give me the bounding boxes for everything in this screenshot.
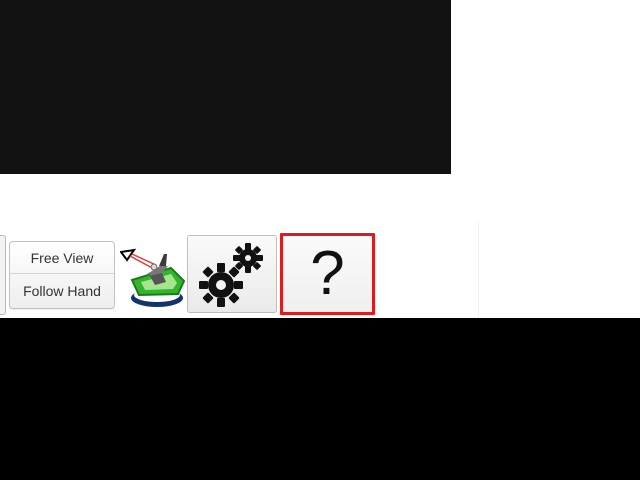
settings-button[interactable] [187,235,277,313]
gear-icon [199,243,263,307]
lower-black-area [0,318,640,480]
toolbar-divider [478,222,479,318]
control-toolbar: Free View Follow Hand ? [0,222,640,318]
simulation-viewport[interactable] [0,0,451,174]
haptic-device-icon[interactable] [119,246,186,308]
partial-toolbar-button[interactable] [0,235,6,315]
haptic-device-graphic [119,248,186,307]
follow-hand-button[interactable]: Follow Hand [10,275,114,307]
free-view-button[interactable]: Free View [10,242,114,274]
screen: Free View Follow Hand ? [0,0,640,480]
application-panel: Free View Follow Hand ? [0,0,640,318]
help-button[interactable]: ? [280,233,375,315]
view-mode-toggle: Free View Follow Hand [9,241,115,309]
